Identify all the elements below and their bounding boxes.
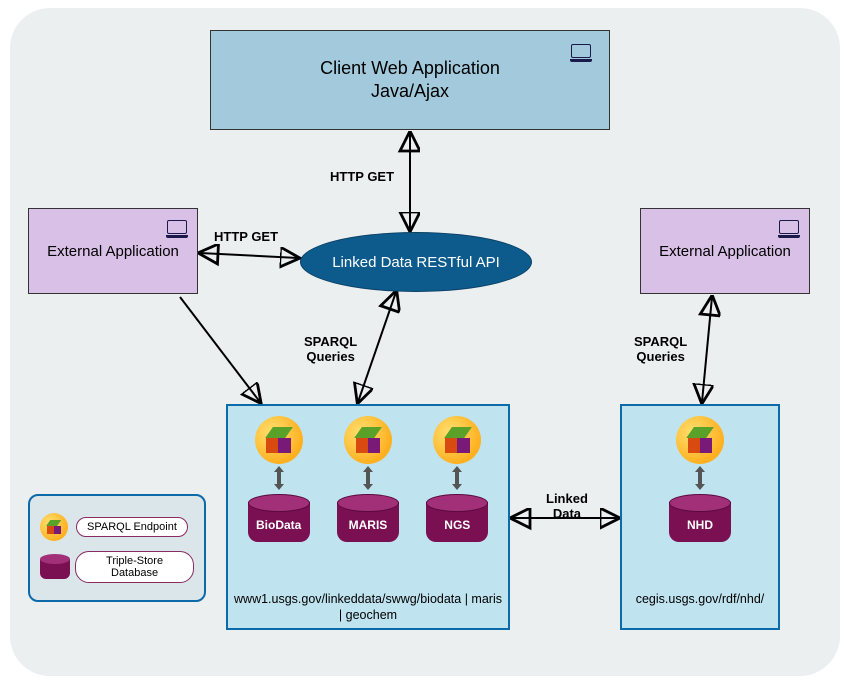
database-label: MARIS (337, 518, 399, 532)
linked-data-restful-api: Linked Data RESTful API (300, 232, 532, 292)
legend-row-sparql: SPARQL Endpoint (40, 513, 194, 541)
bidirectional-arrow-icon (692, 468, 708, 488)
database-label: BioData (248, 518, 310, 532)
database-label: NGS (426, 518, 488, 532)
datasource-group-right: NHD cegis.usgs.gov/rdf/nhd/ (620, 404, 780, 630)
extapp-right-label: External Application (659, 243, 791, 260)
datasource-column: MARIS (337, 416, 399, 544)
legend-row-triplestore: Triple-Store Database (40, 551, 194, 583)
extapp-left-label: External Application (47, 243, 179, 260)
database-label: NHD (669, 518, 731, 532)
laptop-icon (778, 220, 800, 236)
client-title: Client Web Application (320, 57, 500, 80)
client-subtitle: Java/Ajax (371, 80, 449, 103)
database-icon: BioData (248, 494, 310, 544)
bidirectional-arrow-icon (449, 468, 465, 488)
sparql-endpoint-icon (255, 416, 303, 464)
database-icon: NHD (669, 494, 731, 544)
api-label: Linked Data RESTful API (332, 254, 500, 271)
datasource-column: BioData (248, 416, 310, 544)
database-icon: MARIS (337, 494, 399, 544)
legend: SPARQL Endpoint Triple-Store Database (28, 494, 206, 602)
datasource-column: NHD (669, 416, 731, 544)
client-web-application: Client Web Application Java/Ajax (210, 30, 610, 130)
database-icon: NGS (426, 494, 488, 544)
datasource-right-url: cegis.usgs.gov/rdf/nhd/ (628, 592, 772, 608)
sparql-endpoint-icon (344, 416, 392, 464)
datasource-group-left: BioData MARIS NGS www1.usgs.gov/linkeddata… (226, 404, 510, 630)
database-icon (40, 554, 67, 580)
datasource-column: NGS (426, 416, 488, 544)
bidirectional-arrow-icon (271, 468, 287, 488)
diagram-canvas: HTTP GET HTTP GET SPARQL Queries SPARQL … (0, 0, 850, 685)
sparql-endpoint-icon (433, 416, 481, 464)
legend-triple-label: Triple-Store Database (75, 551, 194, 583)
edge-label-sparql-left: SPARQL Queries (304, 335, 357, 365)
laptop-icon (570, 44, 592, 60)
datasource-left-url: www1.usgs.gov/linkeddata/swwg/biodata | … (234, 592, 502, 623)
edge-label-http-top: HTTP GET (330, 170, 394, 185)
sparql-endpoint-icon (40, 513, 68, 541)
edge-label-linked-data: Linked Data (546, 492, 588, 522)
edge-label-sparql-right: SPARQL Queries (634, 335, 687, 365)
edge-label-http-left: HTTP GET (214, 230, 278, 245)
bidirectional-arrow-icon (360, 468, 376, 488)
legend-sparql-label: SPARQL Endpoint (76, 517, 188, 537)
laptop-icon (166, 220, 188, 236)
sparql-endpoint-icon (676, 416, 724, 464)
